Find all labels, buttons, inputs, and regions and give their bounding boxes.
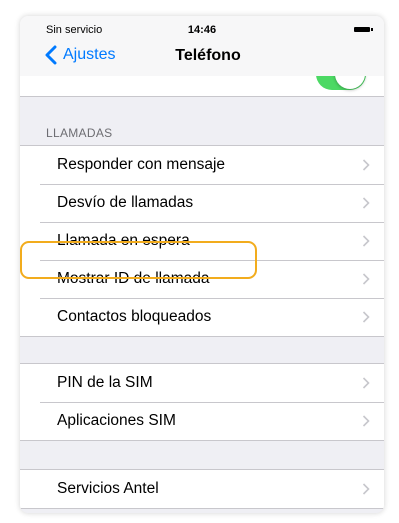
list-item-sim-pin[interactable]: PIN de la SIM: [20, 364, 384, 402]
chevron-right-icon: [362, 377, 370, 389]
chevron-right-icon: [362, 235, 370, 247]
partially-hidden-setting-row[interactable]: [20, 76, 384, 97]
list-item-label: Servicios Antel: [57, 480, 159, 497]
chevron-right-icon: [362, 197, 370, 209]
chevron-right-icon: [362, 483, 370, 495]
battery-icon: [354, 27, 373, 32]
toggle-switch[interactable]: [316, 76, 366, 90]
highlight-annotation: [20, 241, 257, 279]
sim-group: PIN de la SIM Aplicaciones SIM: [20, 363, 384, 441]
navigation-bar: Ajustes Teléfono: [20, 38, 384, 76]
chevron-right-icon: [362, 415, 370, 427]
list-item-label: Contactos bloqueados: [57, 308, 212, 325]
list-item-blocked-contacts[interactable]: Contactos bloqueados: [20, 298, 384, 336]
section-header-calls: LLAMADAS: [46, 126, 113, 140]
list-item-antel-services[interactable]: Servicios Antel: [20, 470, 384, 508]
status-bar: Sin servicio 14:46: [20, 16, 384, 38]
chevron-right-icon: [362, 311, 370, 323]
chevron-right-icon: [362, 273, 370, 285]
list-item-call-forwarding[interactable]: Desvío de llamadas: [20, 184, 384, 222]
list-item-sim-applications[interactable]: Aplicaciones SIM: [20, 402, 384, 440]
page-title: Teléfono: [175, 47, 241, 64]
list-item-label: Aplicaciones SIM: [57, 412, 176, 429]
clock: 14:46: [187, 24, 217, 36]
list-item-label: Responder con mensaje: [57, 156, 226, 173]
chevron-right-icon: [362, 159, 370, 171]
list-item-label: PIN de la SIM: [57, 374, 153, 391]
list-item-label: Desvío de llamadas: [57, 194, 194, 211]
services-group: Servicios Antel: [20, 469, 384, 509]
list-item-respond-with-message[interactable]: Responder con mensaje: [20, 146, 384, 184]
